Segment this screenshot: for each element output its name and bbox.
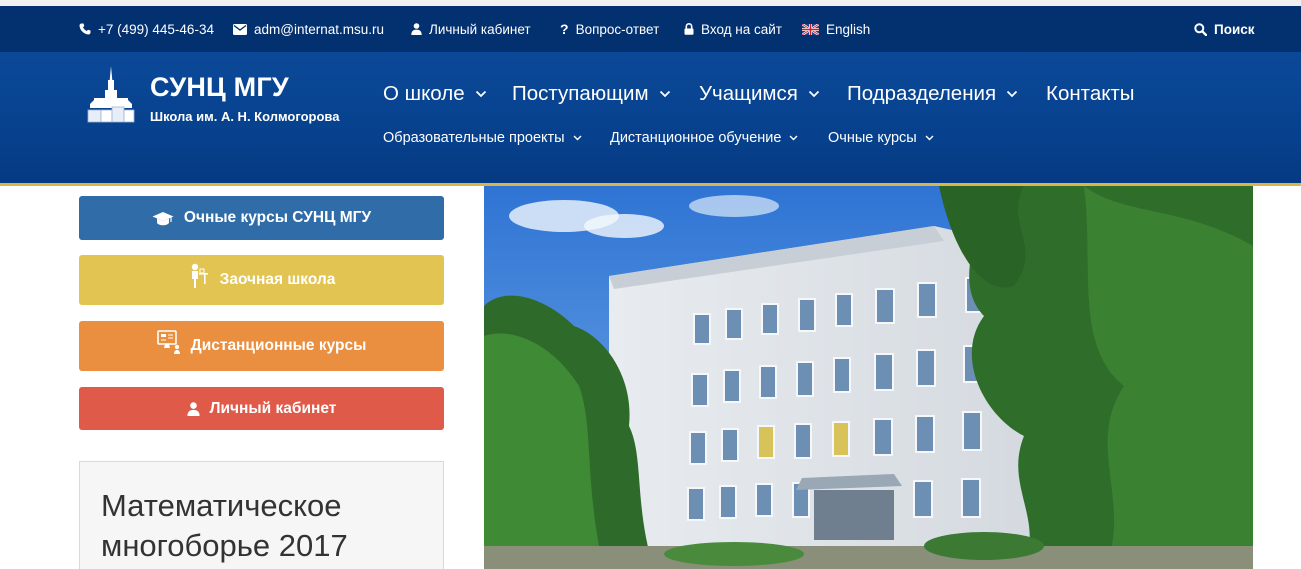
nav-item-label: Подразделения xyxy=(847,82,997,105)
user-icon xyxy=(187,401,200,416)
chevron-down-icon xyxy=(1006,90,1018,98)
nav-item-applicants[interactable]: Поступающим xyxy=(512,80,671,108)
button-label: Дистанционные курсы xyxy=(190,337,367,354)
cabinet-link[interactable]: Личный кабинет xyxy=(411,6,531,52)
search-text: Поиск xyxy=(1214,21,1255,37)
subnav-item-label: Очные курсы xyxy=(828,130,917,146)
button-label: Личный кабинет xyxy=(209,399,337,417)
graduation-cap-icon xyxy=(152,211,174,225)
uk-flag-icon xyxy=(802,23,819,35)
subnav-item-projects[interactable]: Образовательные проекты xyxy=(383,128,582,148)
user-icon xyxy=(411,23,422,35)
nav-item-label: Поступающим xyxy=(512,82,649,105)
search-icon xyxy=(1194,22,1207,36)
language-text: English xyxy=(826,21,871,37)
nav-item-label: Контакты xyxy=(1046,82,1135,105)
button-label: Очные курсы СУНЦ МГУ xyxy=(183,209,372,226)
login-link[interactable]: Вход на сайт xyxy=(684,6,782,52)
fulltime-courses-button[interactable]: Очные курсы СУНЦ МГУ xyxy=(79,196,444,240)
chevron-down-icon xyxy=(659,90,670,98)
top-bar: +7 (499) 445-46-34 adm@internat.msu.ru Л… xyxy=(0,6,1301,52)
nav-item-contacts[interactable]: Контакты xyxy=(1046,80,1135,108)
msu-building-logo-icon[interactable] xyxy=(86,66,136,124)
faq-text: Вопрос-ответ xyxy=(575,21,660,37)
subnav-item-label: Дистанционное обучение xyxy=(610,130,782,146)
phone-text: +7 (499) 445-46-34 xyxy=(98,21,214,37)
search-link[interactable]: Поиск xyxy=(1194,6,1255,52)
school-building-illustration xyxy=(484,186,1253,569)
school-building-photo xyxy=(484,186,1253,569)
email-text: adm@internat.msu.ru xyxy=(254,21,385,37)
email-link[interactable]: adm@internat.msu.ru xyxy=(233,6,384,52)
chevron-down-icon xyxy=(475,90,486,98)
correspondence-school-button[interactable]: Заочная школа xyxy=(79,255,444,305)
distance-courses-button[interactable]: Дистанционные курсы xyxy=(79,321,444,371)
subnav-item-distance[interactable]: Дистанционное обучение xyxy=(610,128,798,148)
news-panel: Математическое многоборье 2017 xyxy=(79,461,444,569)
question-icon: ? xyxy=(560,21,569,37)
phone-link[interactable]: +7 (499) 445-46-34 xyxy=(79,6,214,52)
logo-title[interactable]: СУНЦ МГУ xyxy=(150,72,289,103)
chevron-down-icon xyxy=(573,135,582,141)
button-label: Заочная школа xyxy=(219,271,336,288)
nav-item-label: О школе xyxy=(383,82,465,105)
language-link[interactable]: English xyxy=(802,6,870,52)
envelope-icon xyxy=(233,23,247,35)
chevron-down-icon xyxy=(925,135,934,141)
login-text: Вход на сайт xyxy=(701,21,782,37)
cabinet-text: Личный кабинет xyxy=(429,21,531,37)
lock-icon xyxy=(684,23,694,35)
chevron-down-icon xyxy=(789,135,798,141)
monitor-teacher-icon xyxy=(156,330,180,354)
subnav-item-label: Образовательные проекты xyxy=(383,130,565,146)
phone-icon xyxy=(79,23,91,35)
faq-link[interactable]: ? Вопрос-ответ xyxy=(560,6,659,52)
student-desk-icon xyxy=(191,263,208,288)
nav-item-about[interactable]: О школе xyxy=(383,80,487,108)
nav-item-students[interactable]: Учащимся xyxy=(699,80,820,108)
logo-subtitle: Школа им. А. Н. Колмогорова xyxy=(150,109,340,124)
panel-title[interactable]: Математическое многоборье 2017 xyxy=(101,486,431,566)
personal-cabinet-button[interactable]: Личный кабинет xyxy=(79,387,444,430)
subnav-item-courses[interactable]: Очные курсы xyxy=(828,128,934,148)
nav-item-label: Учащимся xyxy=(699,82,798,105)
chevron-down-icon xyxy=(808,90,820,98)
nav-item-departments[interactable]: Подразделения xyxy=(847,80,1018,108)
